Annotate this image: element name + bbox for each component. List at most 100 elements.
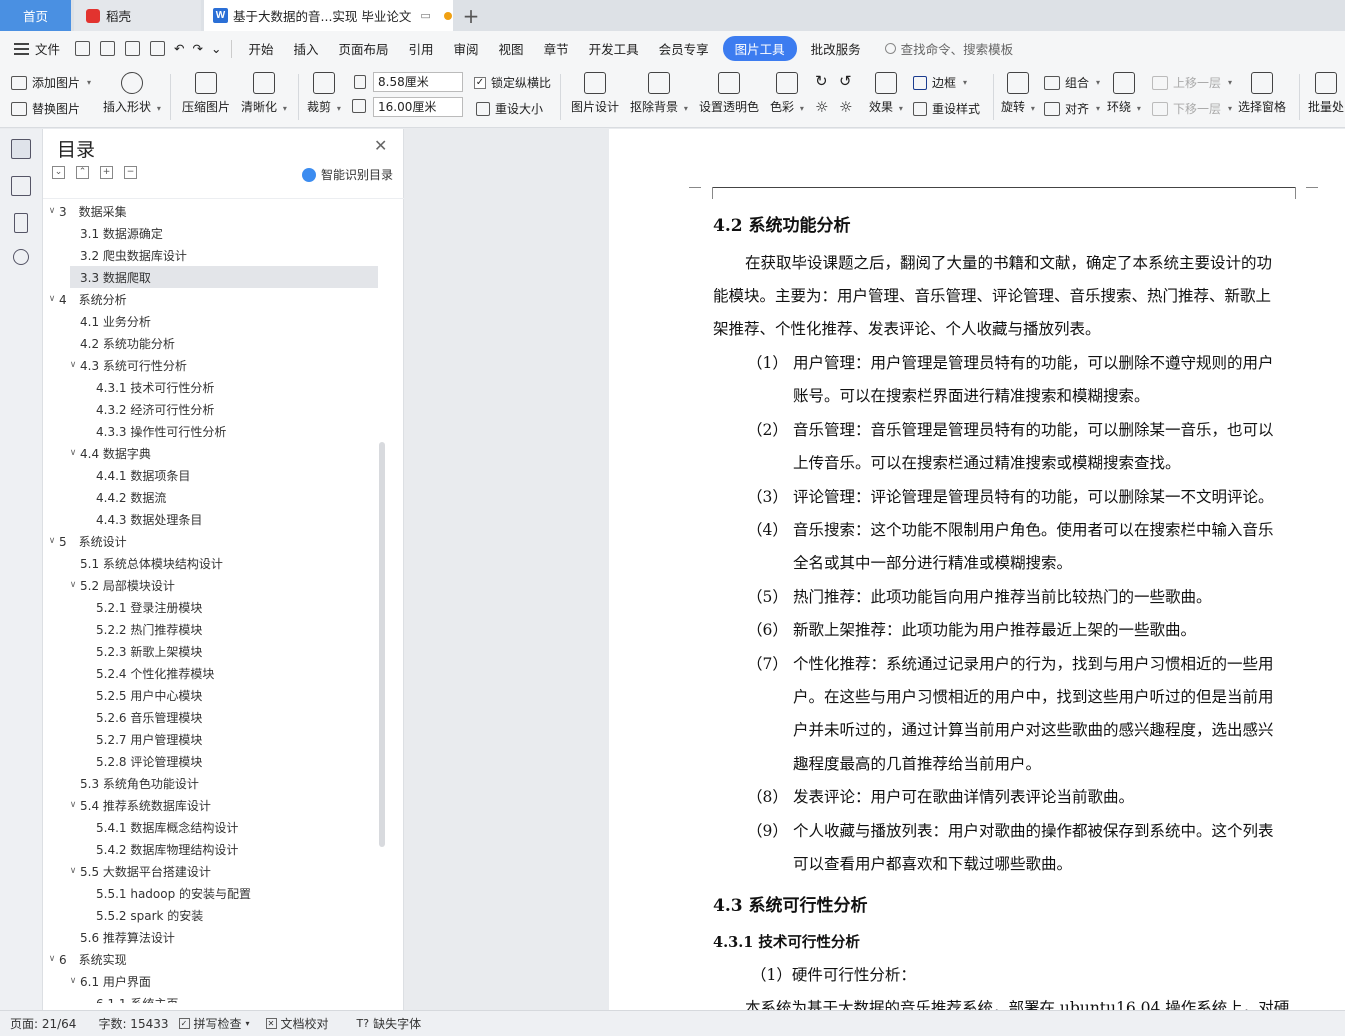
contrast-up-icon[interactable]: ↺ [839,72,852,90]
toc-item[interactable]: 5.1 系统总体模块结构设计 [43,552,388,574]
insert-shape-button[interactable]: 插入形状 [103,72,161,115]
command-search[interactable]: 查找命令、搜索模板 [884,39,1013,58]
toc-item[interactable]: 5.2.1 登录注册模块 [43,596,388,618]
send-backward-button[interactable]: 下移一层 [1152,100,1232,117]
toc-item[interactable]: 3.2 爬虫数据库设计 [43,244,388,266]
toc-item[interactable]: 5.2.4 个性化推荐模块 [43,662,388,684]
chevron-down-icon[interactable]: ∨ [45,294,59,304]
replace-picture-button[interactable]: 替换图片 [11,100,80,117]
toc-item[interactable]: 5.2.8 评论管理模块 [43,750,388,772]
chevron-down-icon[interactable]: ∨ [45,536,59,546]
chevron-down-icon[interactable]: ∨ [45,954,59,964]
toc-item[interactable]: ∨ 5.4 推荐系统数据库设计 [43,794,388,816]
picture-design-button[interactable]: 图片设计 [571,72,619,115]
undo-icon[interactable]: ↶ [170,41,188,56]
sharpen-button[interactable]: 清晰化 [241,72,287,115]
toc-item[interactable]: ∨ 5.5 大数据平台搭建设计 [43,860,388,882]
chevron-down-icon[interactable]: ∨ [66,866,80,876]
chevron-down-icon[interactable]: ∨ [66,448,80,458]
chapter-nav-icon[interactable] [11,176,31,196]
height-input[interactable]: 8.58厘米 [373,72,463,92]
menu-references[interactable]: 引用 [399,39,444,58]
smart-toc-button[interactable]: 智能识别目录 [302,166,393,183]
menu-review[interactable]: 审阅 [444,39,489,58]
menu-correction[interactable]: 批改服务 [801,39,871,58]
toc-item[interactable]: 6.1.1 系统主页 [43,992,388,1004]
bring-forward-button[interactable]: 上移一层 [1152,74,1232,91]
tab-home[interactable]: 首页 [0,0,71,31]
toc-item[interactable]: ∨ 4.4 数据字典 [43,442,388,464]
toc-item[interactable]: 5.2.7 用户管理模块 [43,728,388,750]
toc-item[interactable]: 4.2 系统功能分析 [43,332,388,354]
menu-view[interactable]: 视图 [489,39,534,58]
export-icon[interactable] [100,41,116,56]
chevron-down-icon[interactable]: ∨ [66,580,80,590]
effect-button[interactable]: 效果 [869,72,903,115]
quick-access-dropdown-icon[interactable]: ⌄ [207,41,225,56]
word-count[interactable]: 字数: 15433 [98,1015,168,1032]
toc-item[interactable]: 5.2.6 音乐管理模块 [43,706,388,728]
align-button[interactable]: 对齐 [1044,100,1100,117]
expand-all-icon[interactable]: ⌃ [76,166,89,179]
group-button[interactable]: 组合 [1044,74,1100,91]
toc-item[interactable]: ∨ 3 数据采集 [43,200,388,222]
chevron-down-icon[interactable]: ∨ [66,360,80,370]
toc-item[interactable]: 3.1 数据源确定 [43,222,388,244]
selection-pane-button[interactable]: 选择窗格 [1238,72,1286,115]
reset-style-button[interactable]: 重设样式 [913,100,980,117]
preview-icon[interactable] [150,41,166,56]
toc-item[interactable]: 4.3.2 经济可行性分析 [43,398,388,420]
toc-item[interactable]: 4.3.1 技术可行性分析 [43,376,388,398]
toc-item[interactable]: ∨ 5 系统设计 [43,530,388,552]
print-icon[interactable] [125,41,141,56]
rotate-button[interactable]: 旋转 [1001,72,1035,115]
menu-insert[interactable]: 插入 [283,39,328,58]
close-icon[interactable]: ✕ [374,136,387,155]
menu-layout[interactable]: 页面布局 [329,39,399,58]
toc-item[interactable]: ∨ 4 系统分析 [43,288,388,310]
missing-font-button[interactable]: T? 缺失字体 [357,1015,422,1032]
add-picture-button[interactable]: 添加图片 [11,74,91,91]
toc-item[interactable]: 4.4.1 数据项条目 [43,464,388,486]
toc-item[interactable]: 5.5.1 hadoop 的安装与配置 [43,882,388,904]
width-input[interactable]: 16.00厘米 [373,97,463,117]
border-button[interactable]: 边框 [913,74,967,91]
new-tab-button[interactable]: + [460,0,482,31]
wrap-button[interactable]: 环绕 [1107,72,1141,115]
toc-item[interactable]: 5.4.2 数据库物理结构设计 [43,838,388,860]
lock-ratio-checkbox[interactable]: ✓ 锁定纵横比 [474,74,551,91]
hamburger-icon[interactable] [14,42,29,55]
toc-item[interactable]: 3.3 数据爬取 [70,266,378,288]
remove-heading-icon[interactable]: − [124,166,137,179]
collapse-all-icon[interactable]: ⌄ [52,166,65,179]
page-indicator[interactable]: 页面: 21/64 [10,1015,76,1032]
color-button[interactable]: 色彩 [770,72,804,115]
toc-item[interactable]: 4.3.3 操作性可行性分析 [43,420,388,442]
contrast-down-icon[interactable]: ☼ [839,98,852,116]
toc-item[interactable]: ∨ 5.2 局部模块设计 [43,574,388,596]
batch-process-button[interactable]: 批量处 [1308,72,1344,115]
screen-icon[interactable]: ▭ [420,9,430,22]
chevron-down-icon[interactable]: ∨ [66,976,80,986]
menu-chapter[interactable]: 章节 [534,39,579,58]
toc-item[interactable]: 5.3 系统角色功能设计 [43,772,388,794]
menu-picture-tools[interactable]: 图片工具 [722,36,797,61]
brightness-up-icon[interactable]: ↻ [815,72,828,90]
toc-item[interactable]: ∨ 6 系统实现 [43,948,388,970]
remove-background-button[interactable]: 抠除背景 [630,72,688,115]
bookmark-icon[interactable] [14,213,28,233]
crop-button[interactable]: 裁剪 [307,72,341,115]
toc-item[interactable]: ∨ 4.3 系统可行性分析 [43,354,388,376]
compress-picture-button[interactable]: 压缩图片 [182,72,230,115]
toc-item[interactable]: 5.4.1 数据库概念结构设计 [43,816,388,838]
brightness-down-icon[interactable]: ☼ [815,98,828,116]
menu-start[interactable]: 开始 [238,39,283,58]
chevron-down-icon[interactable]: ∨ [66,800,80,810]
menu-developer[interactable]: 开发工具 [579,39,649,58]
menu-member[interactable]: 会员专享 [649,39,719,58]
reset-size-button[interactable]: 重设大小 [476,100,543,117]
toc-item[interactable]: 4.4.3 数据处理条目 [43,508,388,530]
toc-item[interactable]: 5.5.2 spark 的安装 [43,904,388,926]
add-heading-icon[interactable]: + [100,166,113,179]
tab-daoke[interactable]: 稻壳 [74,0,201,31]
